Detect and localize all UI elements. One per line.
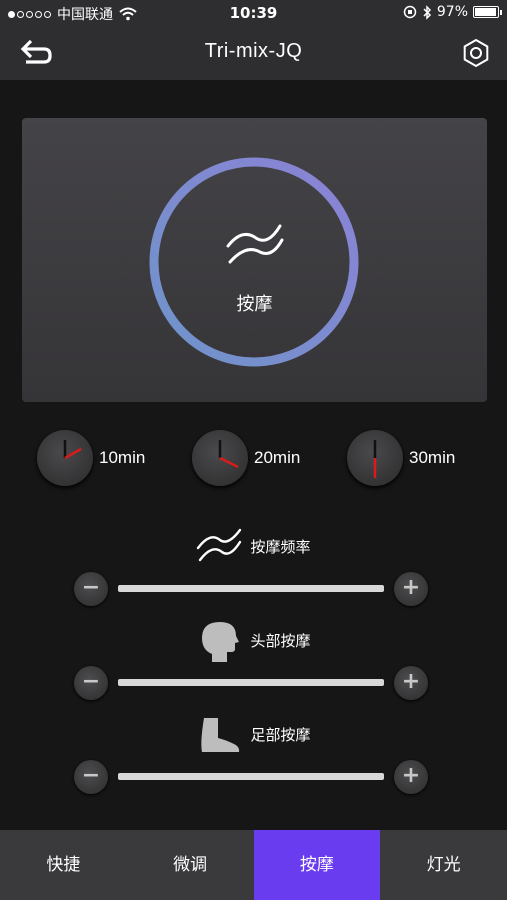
- foot-massage-slider: − +: [74, 760, 428, 794]
- increase-button[interactable]: +: [394, 666, 428, 700]
- slider-track[interactable]: [118, 679, 384, 686]
- decrease-button[interactable]: −: [74, 760, 108, 794]
- control-label: 按摩频率: [250, 537, 311, 556]
- control-label: 头部按摩: [250, 631, 311, 650]
- gear-icon[interactable]: [461, 38, 491, 68]
- head-icon: [202, 622, 240, 662]
- mode-label: 按摩: [236, 294, 273, 315]
- timer-20min-button[interactable]: 20min: [192, 430, 300, 486]
- slider-track[interactable]: [118, 585, 384, 592]
- tab-massage[interactable]: 按摩: [253, 830, 381, 900]
- timer-label: 10min: [99, 448, 146, 467]
- status-right: 97%: [403, 4, 502, 20]
- timer-label: 20min: [254, 448, 301, 467]
- status-bar: 中国联通 10:39 97%: [0, 0, 507, 26]
- tab-quick[interactable]: 快捷: [0, 830, 127, 900]
- decrease-button[interactable]: −: [74, 572, 108, 606]
- foot-icon: [201, 718, 240, 752]
- timer-label: 30min: [409, 448, 456, 467]
- mode-display-panel: 按摩: [22, 118, 487, 402]
- slider-track[interactable]: [118, 773, 384, 780]
- clock-icon: [192, 430, 248, 486]
- page-title: Tri-mix-JQ: [204, 40, 303, 62]
- massage-waves-icon: [226, 224, 284, 264]
- increase-button[interactable]: +: [394, 760, 428, 794]
- head-massage-slider: − +: [74, 666, 428, 700]
- clock-icon: [347, 430, 403, 486]
- nav-bar: Tri-mix-JQ: [0, 26, 507, 80]
- increase-button[interactable]: +: [394, 572, 428, 606]
- tab-fine-tune[interactable]: 微调: [127, 830, 254, 900]
- massage-frequency-slider: − +: [74, 572, 428, 606]
- massage-frequency-title: 按摩频率: [0, 524, 507, 568]
- battery-icon: [473, 6, 502, 18]
- tab-lighting[interactable]: 灯光: [380, 830, 507, 900]
- battery-fill: [475, 8, 496, 16]
- foot-massage-title: 足部按摩: [0, 712, 507, 756]
- battery-percent: 97%: [436, 4, 468, 20]
- head-massage-title: 头部按摩: [0, 618, 507, 662]
- timer-10min-button[interactable]: 10min: [37, 430, 145, 486]
- orientation-lock-icon: [403, 5, 417, 19]
- timer-30min-button[interactable]: 30min: [347, 430, 455, 486]
- decrease-button[interactable]: −: [74, 666, 108, 700]
- massage-waves-icon: [197, 528, 242, 562]
- tab-bar: 快捷 微调 按摩 灯光: [0, 830, 507, 900]
- control-label: 足部按摩: [250, 725, 311, 744]
- bluetooth-icon: [423, 4, 431, 20]
- clock-icon: [37, 430, 93, 486]
